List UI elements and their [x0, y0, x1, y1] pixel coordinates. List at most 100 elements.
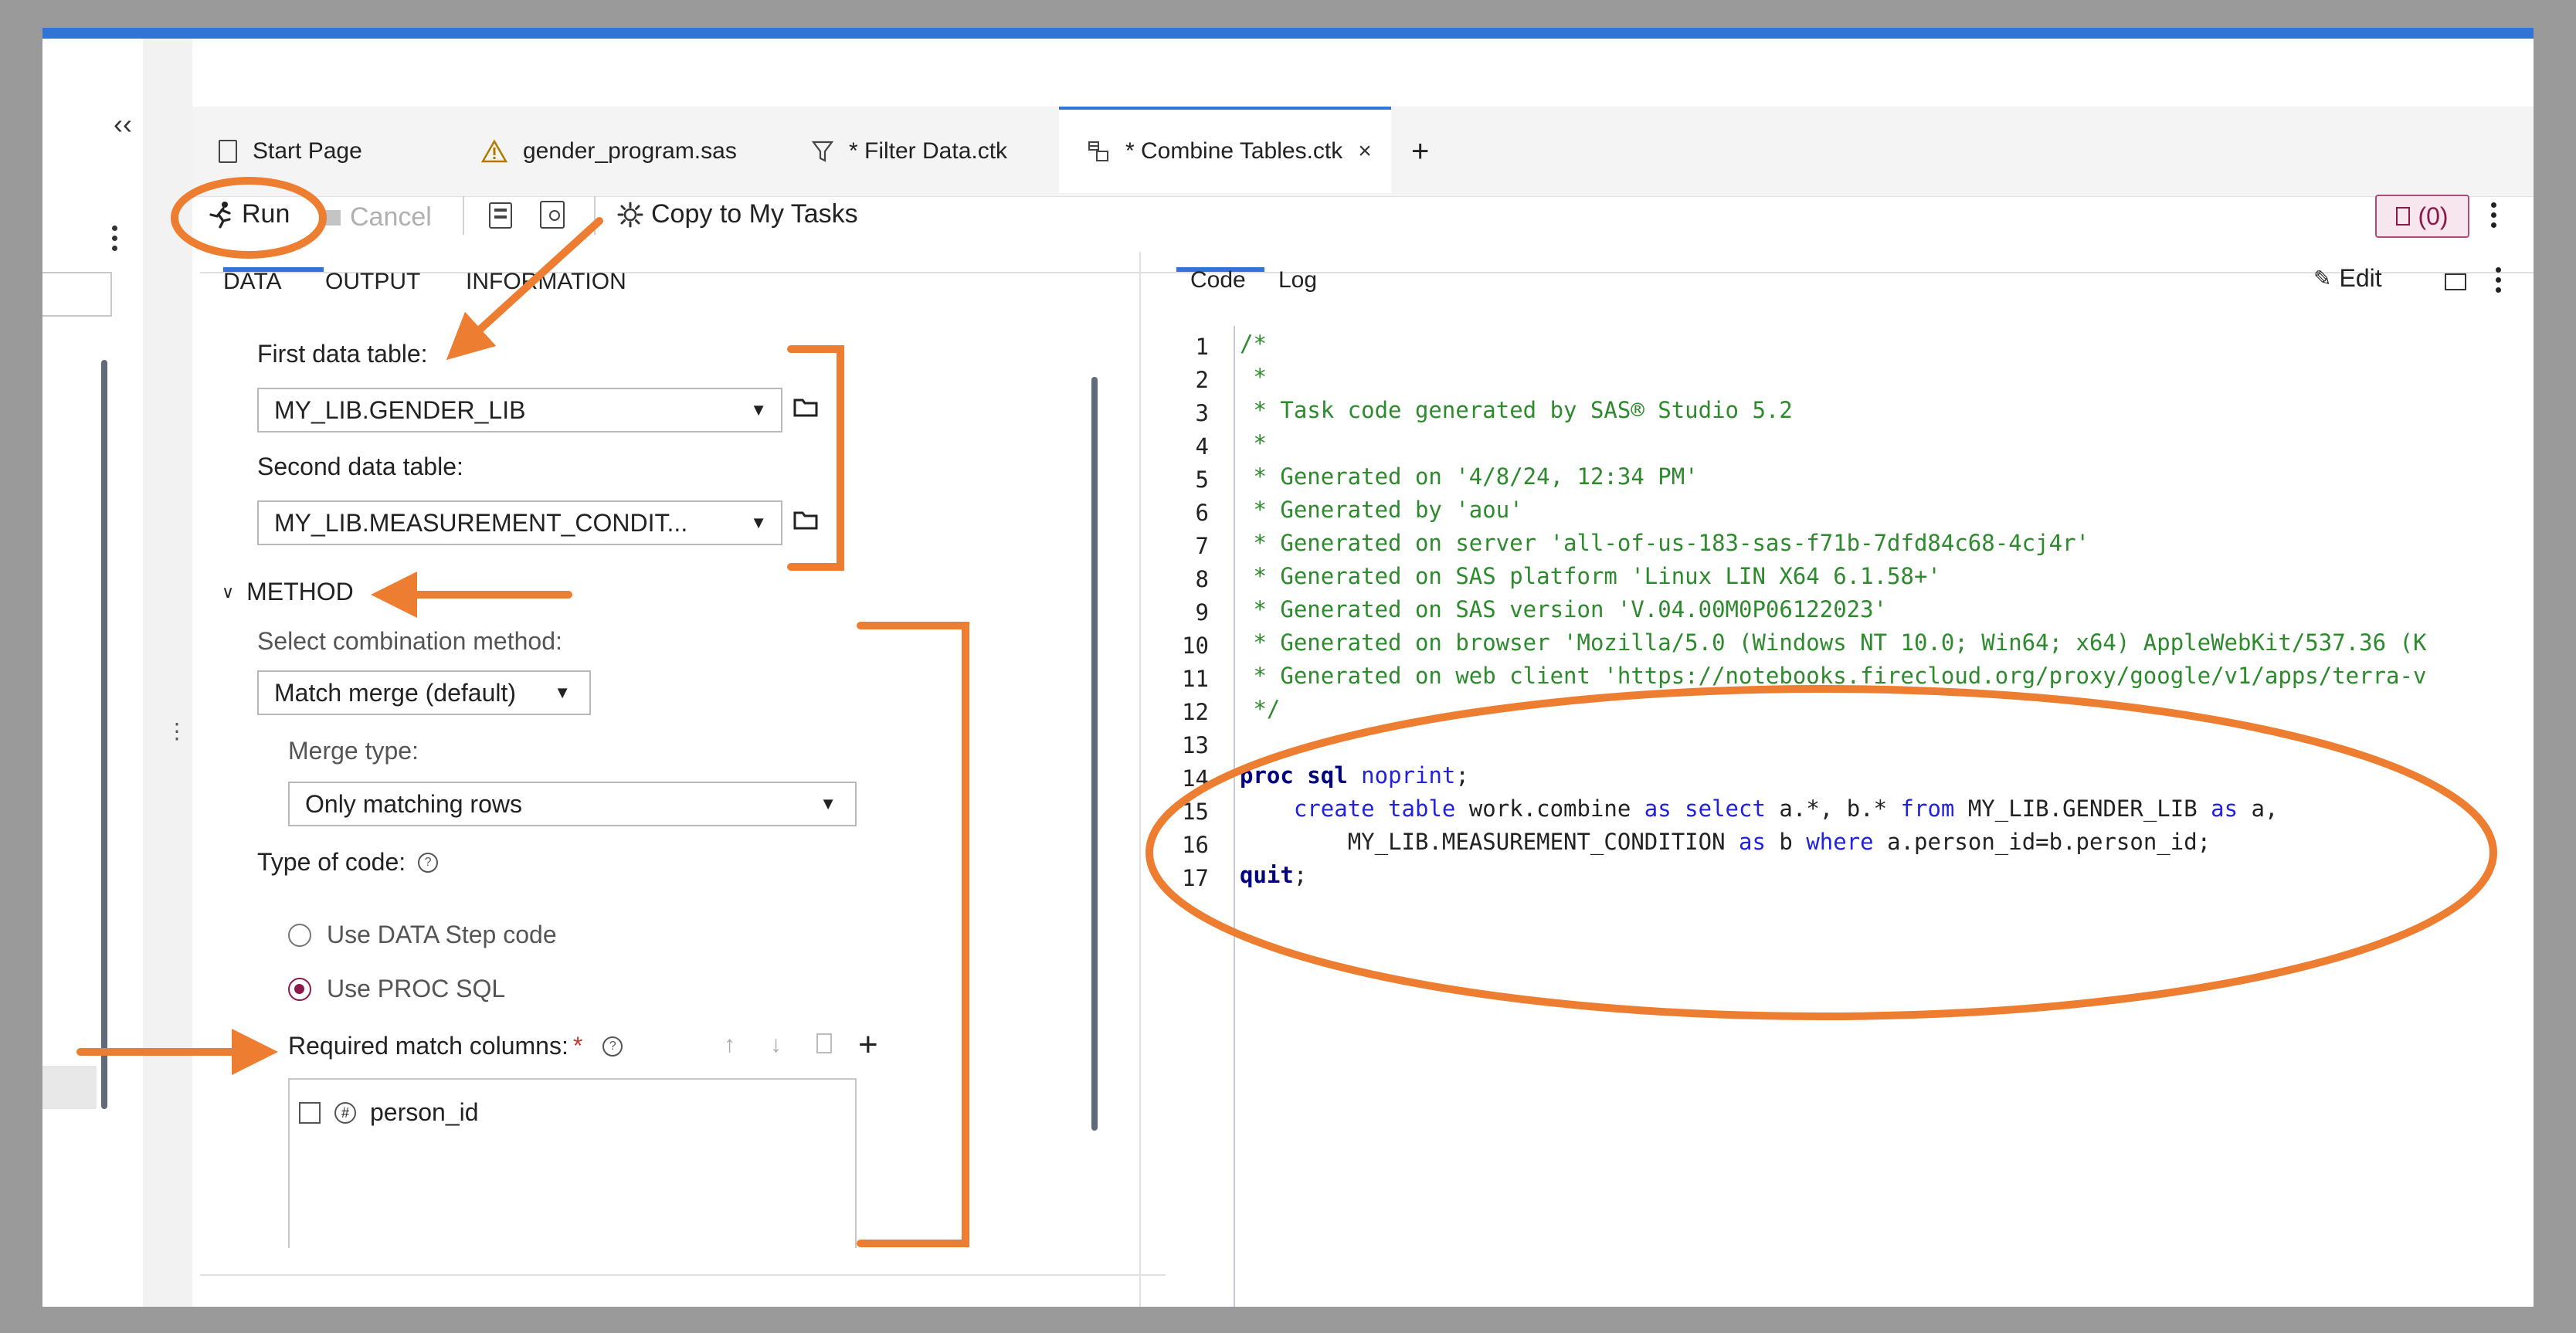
- code-line: * Generated on browser 'Mozilla/5.0 (Win…: [1240, 629, 2427, 656]
- move-up-icon[interactable]: ↑: [724, 1032, 735, 1058]
- line-number: 3: [1195, 400, 1209, 426]
- frame-top: [0, 0, 2576, 28]
- caret-down-icon: ▼: [820, 794, 837, 813]
- checkbox[interactable]: [299, 1101, 321, 1124]
- code-token: b: [1765, 829, 1807, 855]
- submissions-badge[interactable]: (0): [2375, 195, 2469, 238]
- navigation-search-input[interactable]: [42, 272, 112, 317]
- filter-icon: [812, 141, 833, 162]
- submissions-count: (0): [2418, 202, 2449, 230]
- combination-method-select[interactable]: Match merge (default) ▼: [257, 670, 591, 715]
- tab-label: Start Page: [253, 138, 362, 164]
- code-line: MY_LIB.MEASUREMENT_CONDITION as b where …: [1240, 826, 2211, 859]
- collapse-pane-icon[interactable]: ‹‹: [114, 108, 132, 141]
- code-token: a,: [2238, 795, 2279, 822]
- add-column-icon[interactable]: +: [858, 1026, 878, 1064]
- close-tab-icon[interactable]: ×: [1358, 138, 1372, 165]
- tab-data[interactable]: DATA: [223, 269, 282, 295]
- panel-splitter[interactable]: [1139, 252, 1141, 1307]
- copy-to-my-tasks-label: Copy to My Tasks: [651, 199, 858, 229]
- cancel-button[interactable]: Cancel: [325, 202, 432, 232]
- code-line: *: [1240, 430, 1267, 456]
- code-type-row: Type of code: ?: [257, 848, 439, 877]
- radio-proc-sql[interactable]: Use PROC SQL: [288, 975, 505, 1003]
- code-editor[interactable]: /* * * Task code generated by SAS® Studi…: [1240, 327, 2534, 930]
- code-gutter-line: [1234, 326, 1235, 1307]
- tab-combine-tables[interactable]: * Combine Tables.ctk ×: [1059, 107, 1391, 193]
- column-name: person_id: [370, 1098, 479, 1126]
- app-window: ⋮ ‹‹ Start Page gender_program.sas * Fil…: [42, 28, 2534, 1307]
- copy-to-my-tasks-button[interactable]: Copy to My Tasks: [617, 199, 858, 229]
- match-columns-list: # person_id: [288, 1078, 857, 1248]
- delete-icon[interactable]: [816, 1033, 832, 1053]
- required-columns-label: Required match columns:: [288, 1032, 568, 1060]
- toolbar-divider: [463, 196, 464, 235]
- edit-button[interactable]: ✎ Edit: [2313, 264, 2382, 293]
- line-numbers: 1 2 3 4 5 6 7 8 9 10 11 12 13 14 15 16 1…: [1155, 334, 1224, 921]
- tab-filter-data[interactable]: * Filter Data.ctk: [812, 107, 1007, 196]
- radio-proc-sql-label: Use PROC SQL: [327, 975, 506, 1002]
- navigation-scrollbar[interactable]: [101, 360, 107, 1109]
- tab-code[interactable]: Code: [1190, 267, 1246, 293]
- navigation-selected-row[interactable]: [42, 1066, 97, 1109]
- run-icon: [209, 201, 231, 229]
- first-table-select[interactable]: MY_LIB.GENDER_LIB ▼: [257, 388, 782, 432]
- splitter-handle-icon[interactable]: ⋮: [166, 721, 188, 742]
- merge-type-label: Merge type:: [288, 737, 419, 765]
- caret-down-icon: ▼: [554, 683, 571, 702]
- maximize-icon[interactable]: [2445, 273, 2466, 290]
- line-number: 14: [1182, 765, 1209, 792]
- folder-icon[interactable]: [793, 510, 818, 530]
- save-icon[interactable]: [489, 202, 512, 229]
- frame-right: [2534, 0, 2576, 1333]
- app-top-accent-bar: [42, 28, 2534, 39]
- first-table-label: First data table:: [257, 340, 428, 368]
- more-options-icon[interactable]: [112, 226, 118, 256]
- code-token: quit: [1240, 862, 1294, 888]
- line-number: 5: [1195, 466, 1209, 493]
- code-token: ;: [1455, 762, 1469, 789]
- more-actions-icon[interactable]: [2491, 202, 2496, 228]
- code-token: work.combine: [1455, 795, 1644, 822]
- task-panel-scrollbar[interactable]: [1091, 377, 1098, 1131]
- required-marker: *: [572, 1032, 583, 1060]
- merge-type-select[interactable]: Only matching rows ▼: [288, 782, 857, 826]
- save-as-icon[interactable]: [540, 201, 565, 229]
- code-line: quit;: [1240, 859, 1307, 892]
- help-icon[interactable]: ?: [418, 852, 439, 873]
- second-table-select[interactable]: MY_LIB.MEASUREMENT_CONDIT... ▼: [257, 500, 782, 545]
- task-icon: [1088, 141, 1108, 161]
- code-line: * Generated on SAS platform 'Linux LIN X…: [1240, 563, 1941, 589]
- line-number: 17: [1182, 865, 1209, 891]
- second-table-value: MY_LIB.MEASUREMENT_CONDIT...: [274, 508, 688, 537]
- folder-icon[interactable]: [793, 397, 818, 417]
- tab-gender-program[interactable]: gender_program.sas: [481, 107, 737, 196]
- code-token: MY_LIB.MEASUREMENT_CONDITION: [1347, 829, 1739, 855]
- help-icon[interactable]: ?: [602, 1036, 623, 1057]
- add-tab-button[interactable]: +: [1411, 107, 1429, 196]
- move-down-icon[interactable]: ↓: [770, 1032, 782, 1058]
- line-number: 8: [1195, 566, 1209, 592]
- code-more-options-icon[interactable]: [2496, 267, 2501, 293]
- run-button[interactable]: Run: [208, 199, 290, 229]
- list-item[interactable]: # person_id: [299, 1098, 479, 1127]
- edit-label: Edit: [2339, 264, 2382, 292]
- pencil-icon: ✎: [2313, 266, 2332, 290]
- radio-data-step[interactable]: Use DATA Step code: [288, 921, 557, 949]
- code-line: * Generated on '4/8/24, 12:34 PM': [1240, 463, 1699, 490]
- code-line: * Generated on server 'all-of-us-183-sas…: [1240, 530, 2089, 556]
- start-page-icon: [219, 140, 237, 163]
- code-token: create table: [1293, 795, 1456, 822]
- radio-unselected-icon: [288, 923, 311, 947]
- method-section-header[interactable]: ∨ METHOD: [222, 578, 354, 606]
- tab-start-page[interactable]: Start Page: [219, 107, 362, 196]
- tab-output[interactable]: OUTPUT: [325, 269, 420, 295]
- frame-bottom: [0, 1307, 2576, 1333]
- code-token: a.*, b.*: [1765, 795, 1901, 822]
- tab-information[interactable]: INFORMATION: [466, 269, 626, 295]
- tab-log[interactable]: Log: [1278, 267, 1317, 293]
- radio-data-step-label: Use DATA Step code: [327, 921, 557, 948]
- cancel-label: Cancel: [350, 202, 432, 232]
- navigation-pane: [42, 39, 144, 1307]
- code-token: as select: [1644, 795, 1766, 822]
